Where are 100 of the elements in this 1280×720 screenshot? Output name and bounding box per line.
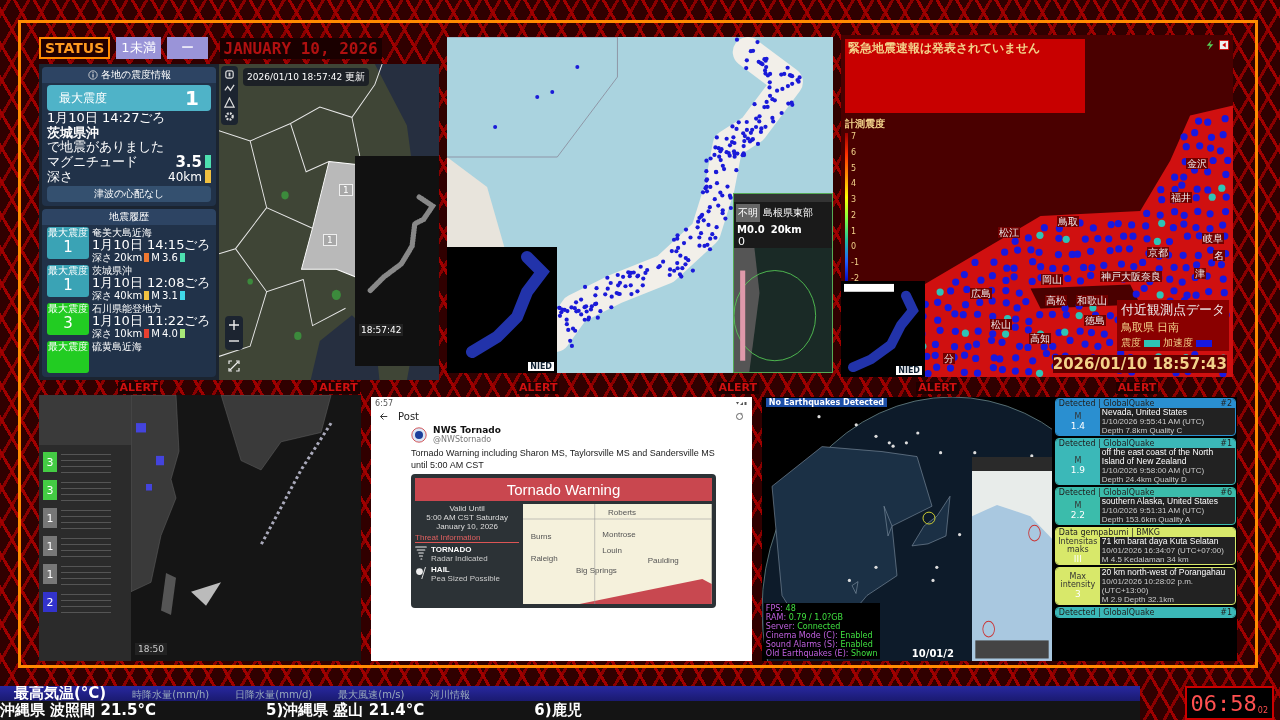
- magnitude-label: Max intensity: [1059, 573, 1097, 589]
- intensity-marker: 1: [339, 184, 353, 196]
- magnitude-label: M: [1074, 412, 1082, 421]
- station-data-title: 付近観測点データ: [1121, 301, 1225, 319]
- magnitude-label: M: [1074, 501, 1082, 510]
- badge-label: 最大震度: [48, 341, 88, 352]
- city-label: 松江: [997, 226, 1020, 238]
- city-label: 分: [942, 353, 955, 365]
- nied-logo: NIED: [896, 366, 922, 375]
- status-label: FPS:: [765, 604, 784, 613]
- weather-tab[interactable]: 河川情報: [430, 689, 471, 701]
- fullscreen-icon[interactable]: [228, 360, 240, 372]
- dash-label: ー: [166, 37, 208, 59]
- town-label: Big Springs: [575, 566, 617, 575]
- intensity-marker: 1: [323, 234, 337, 246]
- quake-detail: M 2.9 Depth 32.1km: [1101, 595, 1175, 604]
- warning-icon[interactable]: [224, 97, 235, 108]
- scale-tick: -2: [851, 274, 859, 283]
- alert-watermark: ALERT: [916, 382, 959, 394]
- intensity-value: 1: [63, 238, 73, 257]
- scale-tick: 1: [851, 227, 858, 236]
- status-value: Shown: [851, 649, 878, 658]
- account-handle: @NWStornado: [433, 435, 493, 444]
- rank-label: #6: [1220, 488, 1232, 497]
- quake-detail: M 4.5 Kedalaman 34 km: [1101, 555, 1190, 564]
- date-text: 10/01/2: [911, 648, 954, 659]
- scale-tick: 3: [851, 196, 858, 205]
- city-label: 徳島: [1084, 315, 1107, 327]
- scale-tick: 2: [851, 211, 858, 220]
- magnitude-value: 3.5: [175, 152, 202, 171]
- quake-time: 1月10日 14:27ごろ: [47, 111, 167, 125]
- magnitude-label: Intensitas maks: [1057, 537, 1098, 554]
- magnitude-label: M: [151, 328, 160, 339]
- quake-time: 10/01/2026 16:34:07 (UTC+07:00): [1101, 546, 1224, 555]
- settings-icon[interactable]: [224, 111, 235, 122]
- quake-detail: Depth 24.4km Quality D: [1101, 475, 1188, 484]
- quake-place: Nevada, United States: [1101, 408, 1188, 417]
- magnitude-value: 2.2: [1070, 509, 1085, 520]
- status-badge: 不明: [736, 204, 760, 222]
- intensity-badge: 1: [43, 536, 57, 556]
- map-timestamp: 2026/01/10 18:57:42: [247, 72, 343, 82]
- intensity-badge: 1: [43, 564, 57, 584]
- radar-time: 18:50: [135, 643, 167, 655]
- threat-detail: Pea Sized Possible: [431, 574, 501, 583]
- city-label: 高松: [1044, 294, 1067, 306]
- alert-watermark: ALERT: [317, 382, 360, 394]
- badge-label: 最大震度: [48, 303, 88, 314]
- back-arrow-icon[interactable]: [379, 412, 389, 421]
- phone-time: 18:57:42: [359, 324, 404, 336]
- town-label: Montrose: [602, 530, 636, 539]
- quake-time: 10/01/2026 10:28:02 p.m. (UTC+13:00): [1101, 577, 1194, 595]
- intensity-badge: 3: [43, 452, 57, 472]
- zoom-in-icon[interactable]: [228, 319, 240, 331]
- status-value: Connected: [797, 622, 841, 631]
- weather-tab[interactable]: 時降水量(mm/h): [132, 689, 210, 701]
- detection-banner: No Earthquakes Detected: [765, 398, 888, 407]
- status-label: STATUS: [39, 37, 111, 59]
- rank-label: #1: [1220, 439, 1232, 448]
- city-label: 広島: [970, 288, 993, 300]
- city-label: 津: [1193, 267, 1206, 279]
- weather-tab[interactable]: 日降水量(mm/d): [235, 689, 313, 701]
- alert-watermark: ALERT: [1115, 382, 1159, 394]
- threat-name: TORNADO: [431, 545, 473, 554]
- status-label: RAM:: [765, 613, 787, 622]
- intensity-badge: 1: [43, 508, 57, 528]
- quake-detail: Depth 7.8km Quality C: [1101, 426, 1184, 435]
- legend-label: 震度: [1121, 336, 1141, 350]
- quake-note: で地震がありました: [47, 140, 165, 154]
- collapse-icon[interactable]: [1219, 40, 1229, 50]
- history-place: 硫黄島近海: [92, 341, 142, 352]
- magnitude-value: 3.1: [161, 290, 178, 301]
- intensity-value: 3: [63, 314, 73, 333]
- graph-icon[interactable]: [224, 83, 235, 94]
- magnitude-value: 4.0: [161, 328, 178, 339]
- status-label: Sound Alarms (S):: [765, 640, 838, 649]
- refresh-icon[interactable]: [734, 412, 744, 421]
- page-title: Post: [398, 411, 420, 422]
- magnitude-value: M0.0: [737, 224, 765, 235]
- history-place: 石川県能登地方: [92, 303, 163, 314]
- badge-label: 最大震度: [48, 265, 88, 276]
- scale-title: 計測震度: [845, 117, 885, 131]
- weather-tab[interactable]: 最大風速(m/s): [338, 689, 405, 701]
- max-intensity-label: 最大震度: [59, 89, 107, 107]
- intensity-badge: 2: [43, 592, 57, 612]
- alert-watermark: ALERT: [516, 382, 560, 394]
- quake-place: 20 km north-west of Porangahau: [1101, 568, 1227, 577]
- depth-value: 40km: [168, 169, 202, 184]
- history-place: 茨城県沖: [92, 265, 133, 276]
- town-label: Burns: [530, 532, 552, 541]
- region-name: 島根県東部: [763, 206, 813, 220]
- level-label: 1未満: [116, 37, 161, 59]
- layers-icon[interactable]: [224, 69, 235, 80]
- magnitude-value: 1.4: [1070, 420, 1085, 431]
- timestamp: 2026/01/10 18:57:43: [1052, 355, 1227, 373]
- magnitude-label: M: [1074, 457, 1082, 465]
- max-intensity-value: 1: [185, 86, 199, 110]
- valid-until-text: Valid Until: [448, 504, 486, 513]
- tsunami-notice: 津波の心配なし: [47, 186, 211, 202]
- magnitude-label: マグニチュード: [47, 153, 139, 170]
- legend-label: 加速度: [1163, 336, 1193, 350]
